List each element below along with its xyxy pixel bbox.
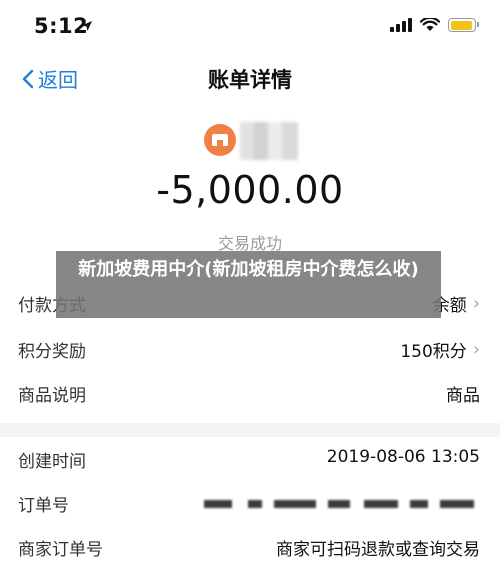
detail-label: 订单号 — [18, 496, 69, 516]
detail-value: 商品 — [446, 386, 480, 406]
detail-value: 2019-08-06 13:05 — [326, 447, 480, 467]
location-arrow-icon — [82, 21, 92, 31]
status-bar: 5:12 — [0, 0, 500, 58]
nav-bar: 返回 账单详情 — [0, 58, 500, 102]
chevron-right-icon: › — [472, 339, 480, 360]
cellular-signal-icon — [390, 18, 412, 32]
chevron-right-icon: › — [472, 293, 480, 314]
battery-level — [450, 20, 472, 30]
detail-value: 150积分 — [400, 342, 467, 362]
wifi-icon — [420, 18, 440, 31]
detail-label: 商品说明 — [18, 386, 86, 406]
store-icon — [204, 124, 236, 156]
status-icons — [390, 18, 479, 32]
amount: -5,000.00 — [156, 168, 344, 212]
merchant-name-redacted — [240, 122, 298, 160]
section-divider — [0, 423, 500, 437]
battery-icon — [448, 18, 479, 32]
detail-row-product-description: 商品说明 商品 — [0, 371, 500, 415]
detail-row-points-reward[interactable]: 积分奖励 150积分 › — [0, 327, 500, 371]
detail-row-created-time: 创建时间 2019-08-06 13:05 — [0, 437, 500, 481]
detail-label: 商家订单号 — [18, 540, 103, 560]
order-number-redacted — [204, 494, 474, 514]
detail-label: 创建时间 — [18, 452, 86, 472]
page-title: 账单详情 — [208, 68, 292, 92]
detail-value: 商家可扫码退款或查询交易 — [276, 540, 480, 560]
detail-row-merchant-order-number[interactable]: 商家订单号 商家可扫码退款或查询交易 — [0, 525, 500, 569]
detail-label: 积分奖励 — [18, 342, 86, 362]
caption-overlay: 新加坡费用中介(新加坡租房中介费怎么收) — [56, 251, 441, 318]
